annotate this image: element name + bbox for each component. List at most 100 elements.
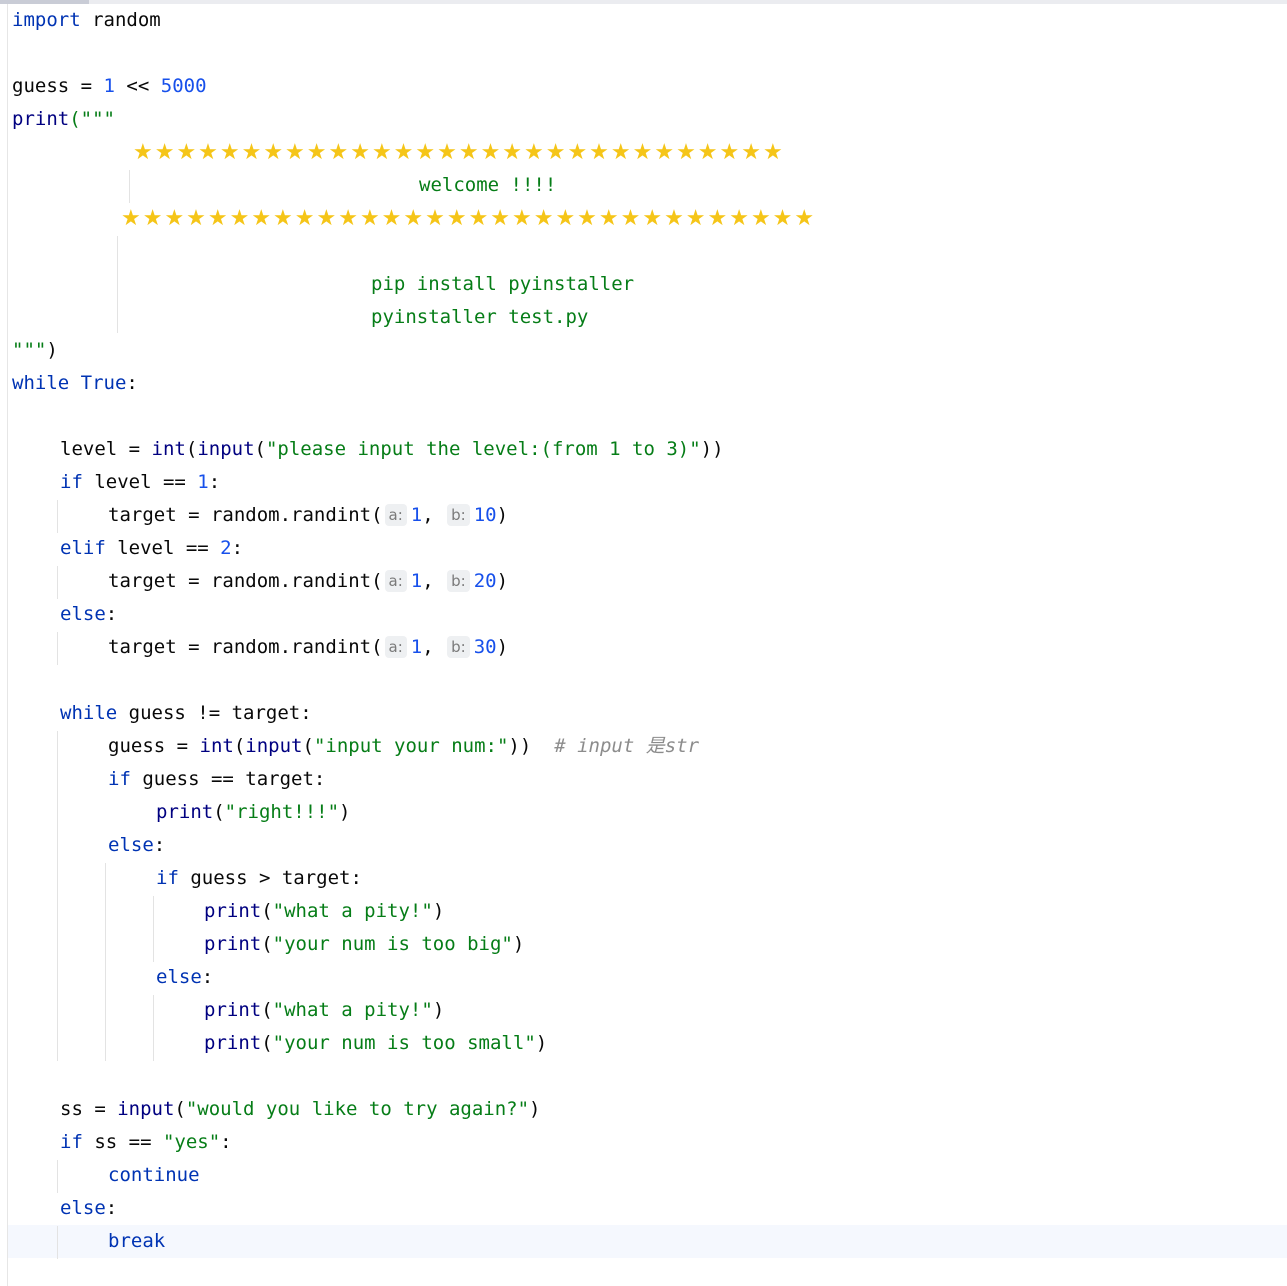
code-line-guess-input[interactable]: guess = int(input("input your num:")) # … [108, 730, 699, 763]
param-hint-b: b: [447, 504, 470, 526]
colon: : [220, 1131, 232, 1153]
operator: << [114, 75, 161, 97]
param-hint-b: b: [447, 636, 470, 658]
indent-guide [57, 1226, 58, 1259]
editor-gutter-border [7, 4, 8, 1286]
code-line-if-ss-yes[interactable]: if ss == "yes": [60, 1126, 232, 1159]
string: "your num is too big" [272, 933, 513, 955]
indent-guide [153, 995, 154, 1061]
keyword: if [156, 867, 179, 889]
code-line-print-pity-2[interactable]: print("what a pity!") [204, 994, 444, 1027]
code-line-break[interactable]: break [108, 1225, 165, 1258]
code-line-print-right[interactable]: print("right!!!") [156, 796, 351, 829]
expression: level == [105, 537, 221, 559]
keyword: True [69, 372, 127, 394]
paren: ) [46, 339, 58, 361]
code-line-if-level-1[interactable]: if level == 1: [60, 466, 220, 499]
keyword: continue [108, 1164, 200, 1186]
code-line-target-10[interactable]: target = random.randint(a: 1, b: 10) [108, 499, 508, 532]
comma: , [422, 570, 446, 592]
code-line-level-input[interactable]: level = int(input("please input the leve… [60, 433, 724, 466]
number: 20 [473, 570, 497, 592]
code-line-else-3[interactable]: else: [156, 961, 213, 994]
operator: = [69, 75, 104, 97]
indent-guide [105, 863, 106, 1061]
number: 1 [410, 636, 423, 658]
code-line-print-too-small[interactable]: print("your num is too small") [204, 1027, 547, 1060]
keyword: elif [60, 537, 106, 559]
string: "yes" [162, 1131, 221, 1153]
code-line-if-guess-gt[interactable]: if guess > target: [156, 862, 362, 895]
string: "would you like to try again?" [185, 1098, 530, 1120]
code-line-else-4[interactable]: else: [60, 1192, 117, 1225]
builtin-function: input [117, 1098, 175, 1120]
string: "please input the level:(from 1 to 3)" [265, 438, 701, 460]
builtin-function: int [151, 438, 186, 460]
keyword: import [12, 9, 81, 31]
code-line-target-20[interactable]: target = random.randint(a: 1, b: 20) [108, 565, 508, 598]
indent-guide [57, 632, 58, 665]
statement: target = random.randint( [108, 504, 383, 526]
expression: level == [82, 471, 198, 493]
string: "your num is too small" [272, 1032, 536, 1054]
indent-guide [153, 896, 154, 962]
operator: = [117, 438, 152, 460]
builtin-function: input [245, 735, 303, 757]
keyword: if [60, 471, 83, 493]
stars-row-1: ★★★★★★★★★★★★★★★★★★★★★★★★★★★★★★ [133, 140, 785, 165]
indent-guide [57, 500, 58, 533]
code-line-else-2[interactable]: else: [108, 829, 165, 862]
string: "right!!!" [224, 801, 340, 823]
code-line-continue[interactable]: continue [108, 1159, 200, 1192]
code-line-print-pity-1[interactable]: print("what a pity!") [204, 895, 444, 928]
paren: ) [496, 570, 509, 592]
builtin-function: print [156, 801, 214, 823]
param-hint-a: a: [384, 504, 407, 526]
statement: target = random.randint( [108, 570, 383, 592]
statement: ss = [60, 1098, 118, 1120]
indent-guide [57, 566, 58, 599]
param-hint-a: a: [384, 636, 407, 658]
code-line-import[interactable]: import random [12, 4, 161, 37]
comma: , [422, 504, 446, 526]
code-line-guess-init[interactable]: guess = 1 << 5000 [12, 70, 207, 103]
string-pip-install: pip install pyinstaller [371, 273, 635, 295]
horizontal-scrollbar[interactable] [0, 0, 1287, 4]
number: 1 [410, 504, 423, 526]
string-close: """ [12, 339, 47, 361]
stars-row-2: ★★★★★★★★★★★★★★★★★★★★★★★★★★★★★★★★ [121, 206, 817, 231]
code-line-print-too-big[interactable]: print("your num is too big") [204, 928, 524, 961]
code-line-if-guess-eq[interactable]: if guess == target: [108, 763, 325, 796]
code-line-while-true[interactable]: while True: [12, 367, 138, 400]
string-open: (""" [69, 108, 115, 130]
code-line-while-guess[interactable]: while guess != target: [60, 697, 312, 730]
number: 1 [197, 471, 209, 493]
number: 5000 [160, 75, 207, 97]
keyword: if [108, 768, 131, 790]
colon: : [153, 834, 166, 856]
statement: guess = [108, 735, 200, 757]
keyword: break [108, 1230, 166, 1252]
code-line-else-1[interactable]: else: [60, 598, 117, 631]
number: 1 [410, 570, 423, 592]
param-hint-b: b: [447, 570, 470, 592]
module-name: random [80, 9, 161, 31]
colon: : [208, 471, 221, 493]
code-line-elif-level-2[interactable]: elif level == 2: [60, 532, 243, 565]
current-line-highlight [8, 1225, 1287, 1258]
string: "what a pity!" [272, 900, 433, 922]
statement: target = random.randint( [108, 636, 383, 658]
keyword: while [12, 372, 70, 394]
string-welcome: welcome !!!! [419, 174, 557, 196]
expression: guess > target: [178, 867, 362, 889]
code-line-print-close[interactable]: """) [12, 334, 58, 367]
builtin-function: input [197, 438, 255, 460]
number: 1 [103, 75, 115, 97]
colon: : [105, 603, 118, 625]
number: 30 [473, 636, 497, 658]
keyword: else [108, 834, 154, 856]
code-line-print-open[interactable]: print(""" [12, 103, 115, 136]
code-line-ss-input[interactable]: ss = input("would you like to try again?… [60, 1093, 540, 1126]
code-line-target-30[interactable]: target = random.randint(a: 1, b: 30) [108, 631, 508, 664]
expression: guess != target: [117, 702, 312, 724]
